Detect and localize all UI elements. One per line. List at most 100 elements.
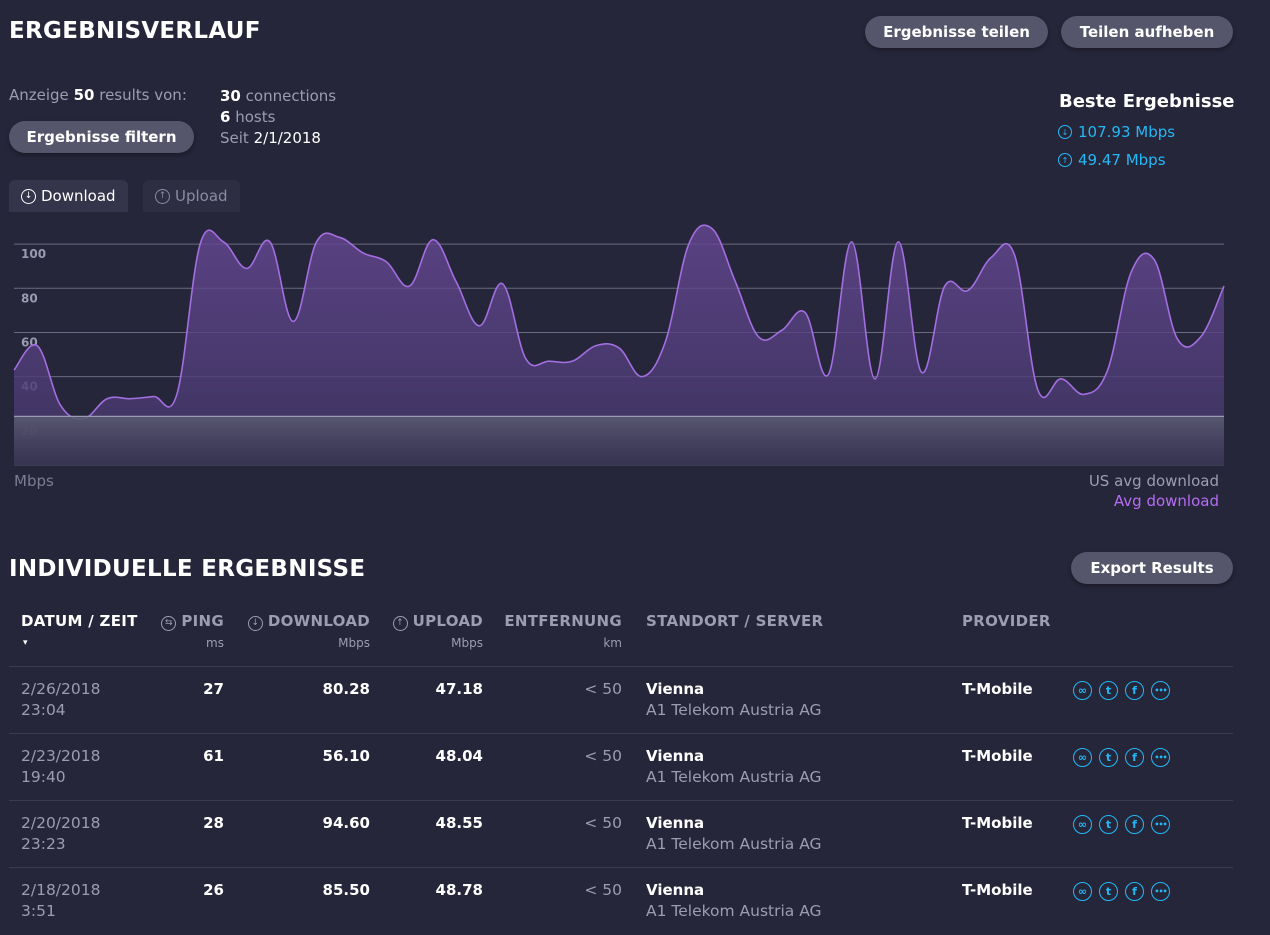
result-download: 85.50 [322, 881, 370, 899]
best-upload-value: 49.47 Mbps [1078, 151, 1166, 169]
share-actions: ∞ t f ••• [1073, 815, 1170, 834]
result-download: 94.60 [322, 814, 370, 832]
result-date: 2/23/2018 [21, 747, 101, 765]
result-date: 2/18/2018 [21, 881, 101, 899]
arrow-up-circle-icon: ↑ [392, 615, 408, 631]
more-icon[interactable]: ••• [1151, 748, 1170, 767]
result-distance: < 50 [584, 747, 622, 765]
column-header-upload[interactable]: ↑ UPLOAD [392, 612, 483, 631]
best-download: ↓ 107.93 Mbps [1058, 123, 1175, 141]
result-time: 19:40 [21, 768, 66, 786]
twitter-icon[interactable]: t [1099, 815, 1118, 834]
result-download: 56.10 [322, 747, 370, 765]
column-header-date[interactable]: DATUM / ZEIT [21, 612, 138, 630]
arrow-down-circle-icon: ↓ [247, 615, 263, 631]
ping-unit: ms [206, 636, 224, 650]
tab-upload[interactable]: ↑ Upload [143, 180, 240, 212]
connections-count: 30 [220, 87, 241, 105]
column-header-ping[interactable]: ⇆ PING [161, 612, 224, 631]
best-download-value: 107.93 Mbps [1078, 123, 1176, 141]
page-title: ERGEBNISVERLAUF [9, 18, 261, 44]
chart-y-unit: Mbps [14, 472, 54, 490]
showing-suffix: results von: [99, 86, 187, 104]
upload-unit: Mbps [451, 636, 483, 650]
hosts-label: hosts [235, 108, 276, 126]
result-date: 2/20/2018 [21, 814, 101, 832]
result-server: A1 Telekom Austria AG [646, 701, 822, 719]
table-row[interactable]: 2/23/2018 19:40 61 56.10 48.04 < 50 Vienna A1 T… [9, 733, 1233, 801]
download-unit: Mbps [338, 636, 370, 650]
result-upload: 47.18 [435, 680, 483, 698]
export-results-button[interactable]: Export Results [1071, 552, 1233, 584]
column-header-distance[interactable]: ENTFERNUNG [504, 612, 622, 630]
ping-icon: ⇆ [161, 615, 177, 631]
showing-prefix: Anzeige [9, 86, 69, 104]
showing-count: 50 [73, 86, 95, 104]
connection-stats: 30 connections 6 hosts Seit 2/1/2018 [220, 86, 336, 149]
facebook-icon[interactable]: f [1125, 681, 1144, 700]
download-history-chart: 20406080100 [13, 224, 1225, 466]
result-provider: T-Mobile [962, 881, 1033, 899]
share-actions: ∞ t f ••• [1073, 748, 1170, 767]
since-date: 2/1/2018 [253, 129, 321, 147]
filter-results-button[interactable]: Ergebnisse filtern [9, 121, 194, 153]
legend-us-avg: US avg download [1088, 472, 1219, 490]
best-results-title: Beste Ergebnisse [1059, 91, 1235, 112]
more-icon[interactable]: ••• [1151, 681, 1170, 700]
result-ping: 28 [203, 814, 224, 832]
result-upload: 48.78 [435, 881, 483, 899]
result-time: 23:23 [21, 835, 66, 853]
facebook-icon[interactable]: f [1125, 882, 1144, 901]
column-header-location[interactable]: STANDORT / SERVER [646, 612, 823, 630]
share-actions: ∞ t f ••• [1073, 882, 1170, 901]
facebook-icon[interactable]: f [1125, 815, 1144, 834]
table-row[interactable]: 2/20/2018 23:23 28 94.60 48.55 < 50 Vienna A1 T… [9, 800, 1233, 868]
twitter-icon[interactable]: t [1099, 681, 1118, 700]
showing-summary: Anzeige 50 results von: [9, 86, 187, 104]
table-row[interactable]: 2/18/2018 3:51 26 85.50 48.78 < 50 Vienna A1 Te… [9, 867, 1233, 935]
share-results-button[interactable]: Ergebnisse teilen [865, 16, 1048, 48]
sort-indicator-icon: ▾ [23, 638, 28, 648]
twitter-icon[interactable]: t [1099, 748, 1118, 767]
result-distance: < 50 [584, 680, 622, 698]
tab-download[interactable]: ↓ Download [9, 180, 128, 212]
arrow-down-circle-icon: ↓ [21, 188, 36, 204]
ping-header-label: PING [181, 612, 224, 630]
us-avg-download-band [14, 416, 1224, 465]
y-tick-label: 100 [21, 247, 46, 261]
link-icon[interactable]: ∞ [1073, 815, 1092, 834]
result-distance: < 50 [584, 814, 622, 832]
link-icon[interactable]: ∞ [1073, 681, 1092, 700]
result-location: Vienna [646, 814, 705, 832]
column-header-download[interactable]: ↓ DOWNLOAD [247, 612, 370, 631]
tab-upload-label: Upload [175, 187, 228, 205]
link-icon[interactable]: ∞ [1073, 748, 1092, 767]
since-label: Seit [220, 129, 249, 147]
result-provider: T-Mobile [962, 680, 1033, 698]
unshare-button[interactable]: Teilen aufheben [1061, 16, 1233, 48]
hosts-count: 6 [220, 108, 231, 126]
twitter-icon[interactable]: t [1099, 882, 1118, 901]
table-row[interactable]: 2/26/2018 23:04 27 80.28 47.18 < 50 Vienna A1 T… [9, 666, 1233, 734]
arrow-down-circle-icon: ↓ [1058, 125, 1072, 139]
result-server: A1 Telekom Austria AG [646, 835, 822, 853]
result-ping: 26 [203, 881, 224, 899]
share-actions: ∞ t f ••• [1073, 681, 1170, 700]
result-location: Vienna [646, 680, 705, 698]
result-upload: 48.04 [435, 747, 483, 765]
result-server: A1 Telekom Austria AG [646, 768, 822, 786]
result-ping: 61 [203, 747, 224, 765]
result-upload: 48.55 [435, 814, 483, 832]
more-icon[interactable]: ••• [1151, 815, 1170, 834]
more-icon[interactable]: ••• [1151, 882, 1170, 901]
results-section-title: INDIVIDUELLE ERGEBNISSE [9, 556, 366, 582]
connections-label: connections [245, 87, 337, 105]
result-provider: T-Mobile [962, 814, 1033, 832]
result-time: 23:04 [21, 701, 66, 719]
link-icon[interactable]: ∞ [1073, 882, 1092, 901]
column-header-provider[interactable]: PROVIDER [962, 612, 1051, 630]
facebook-icon[interactable]: f [1125, 748, 1144, 767]
result-date: 2/26/2018 [21, 680, 101, 698]
arrow-up-circle-icon: ↑ [1058, 153, 1072, 167]
download-header-label: DOWNLOAD [267, 612, 370, 630]
